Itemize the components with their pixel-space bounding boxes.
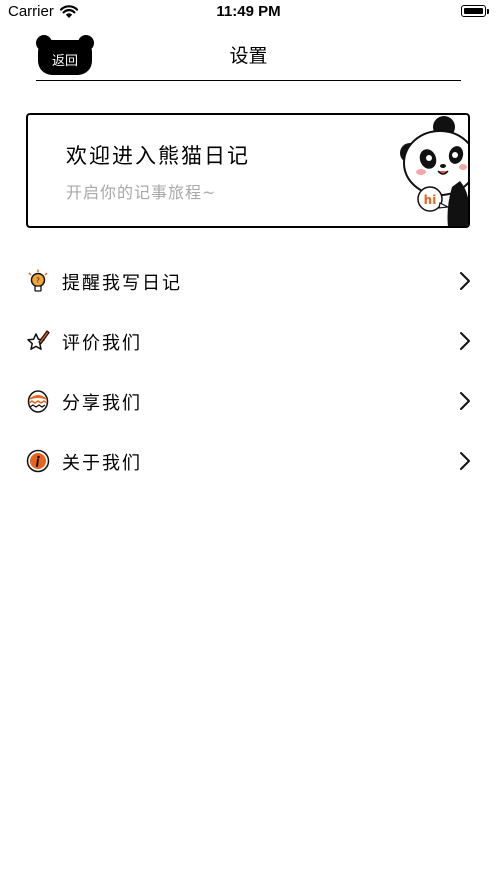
chevron-right-icon xyxy=(459,271,471,295)
menu-item-rate[interactable]: 评价我们 xyxy=(26,319,471,363)
chevron-right-icon xyxy=(459,331,471,355)
welcome-subtitle: 开启你的记事旅程~ xyxy=(66,183,217,202)
menu-item-about[interactable]: 关于我们 xyxy=(26,439,471,483)
welcome-card: 欢迎进入熊猫日记 开启你的记事旅程~ hi xyxy=(26,113,470,228)
menu-item-remind[interactable]: ? 提醒我写日记 xyxy=(26,259,471,303)
menu-label-share: 分享我们 xyxy=(62,393,142,414)
nav-bar: 返回 设置 xyxy=(0,26,497,84)
status-time: 11:49 PM xyxy=(216,3,281,20)
nav-divider xyxy=(36,80,461,81)
battery-icon xyxy=(461,5,486,17)
battery-tip xyxy=(487,9,489,14)
egg-icon xyxy=(26,389,50,413)
menu-item-share[interactable]: 分享我们 xyxy=(26,379,471,423)
welcome-title: 欢迎进入熊猫日记 xyxy=(66,144,250,168)
info-icon xyxy=(26,449,50,473)
page-title: 设置 xyxy=(229,45,268,67)
chevron-right-icon xyxy=(459,391,471,415)
svg-text:?: ? xyxy=(36,277,40,285)
lightbulb-icon: ? xyxy=(26,269,50,293)
status-bar: Carrier 11:49 PM xyxy=(0,0,497,26)
menu-label-rate: 评价我们 xyxy=(62,333,142,354)
panda-mascot-icon: hi xyxy=(400,116,468,226)
menu-label-about: 关于我们 xyxy=(62,453,142,474)
hi-badge-text: hi xyxy=(424,193,437,207)
star-pencil-icon xyxy=(26,329,50,353)
menu-label-remind: 提醒我写日记 xyxy=(62,273,182,294)
chevron-right-icon xyxy=(459,451,471,475)
